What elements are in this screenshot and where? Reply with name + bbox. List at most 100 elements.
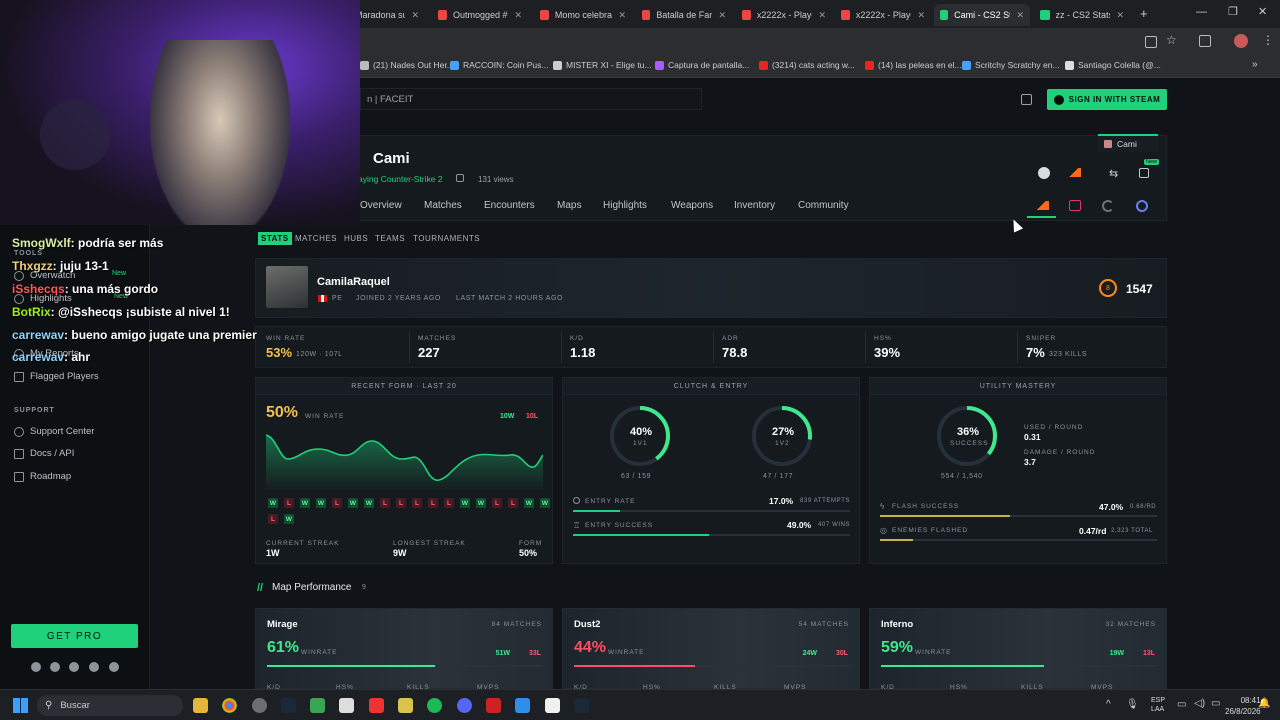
tab-community[interactable]: Community: [798, 200, 849, 211]
esea-icon[interactable]: [1069, 200, 1081, 211]
tab-weapons[interactable]: Weapons: [671, 200, 713, 211]
player-tag[interactable]: Cami: [1098, 134, 1158, 152]
tab-maps[interactable]: Maps: [557, 200, 581, 211]
premier-icon[interactable]: [1136, 200, 1148, 212]
bookmark-item[interactable]: (21) Nades Out Her...: [360, 60, 454, 70]
bookmark-favicon-icon: [865, 60, 874, 70]
discord-taskbar-icon[interactable]: [457, 698, 472, 713]
browser-tab[interactable]: Batalla de Fam... ✕: [636, 4, 732, 26]
close-tab-icon[interactable]: ✕: [917, 10, 925, 21]
x-icon[interactable]: [69, 662, 79, 672]
close-tab-icon[interactable]: ✕: [411, 10, 419, 21]
subtab-teams[interactable]: TEAMS: [372, 232, 408, 245]
browser-tab[interactable]: x2222x - Player ✕: [736, 4, 832, 26]
tray-chevron-icon[interactable]: ^: [1106, 699, 1111, 710]
app-icon-green[interactable]: [310, 698, 325, 713]
notification-icon[interactable]: 🔔: [1258, 698, 1270, 709]
tab-inventory[interactable]: Inventory: [734, 200, 775, 211]
menu-icon[interactable]: ⋮: [1262, 33, 1274, 47]
bookmark-item[interactable]: RACCOIN: Coin Pus...: [450, 60, 549, 70]
compare-icon[interactable]: [1139, 168, 1149, 178]
app-icon-capture[interactable]: [339, 698, 354, 713]
map-card-mirage[interactable]: Mirage 84 MATCHES 61% WINRATE 51W 33L K/D HS% KI…: [255, 608, 553, 691]
subtab-hubs[interactable]: HUBS: [341, 232, 371, 245]
new-tab-button[interactable]: +: [1140, 6, 1148, 21]
close-window-button[interactable]: ✕: [1258, 5, 1267, 18]
bookmark-item[interactable]: Scritchy Scratchy en...: [962, 60, 1060, 70]
notepad-icon[interactable]: [515, 698, 530, 713]
app-icon-red[interactable]: [369, 698, 384, 713]
get-pro-button[interactable]: GET PRO: [11, 624, 138, 648]
tab-overview[interactable]: Overview: [360, 200, 402, 211]
browser-tab[interactable]: Cami - CS2 Stats ✕: [934, 4, 1030, 26]
volume-icon[interactable]: ◁): [1194, 698, 1205, 709]
close-tab-icon[interactable]: ✕: [818, 10, 826, 21]
microphone-icon[interactable]: 🎙: [1126, 699, 1139, 710]
faceit-source-icon[interactable]: [1036, 201, 1049, 210]
obs-icon[interactable]: [252, 698, 267, 713]
tab-encounters[interactable]: Encounters: [484, 200, 535, 211]
subtab-stats[interactable]: STATS: [258, 232, 292, 245]
subtab-tournaments[interactable]: TOURNAMENTS: [410, 232, 483, 245]
sidebar-item-docs[interactable]: Docs / API: [14, 448, 74, 459]
minimize-button[interactable]: —: [1196, 6, 1207, 18]
app-icon-yellow[interactable]: [398, 698, 413, 713]
close-tab-icon[interactable]: ✕: [618, 10, 626, 21]
close-tab-icon[interactable]: ✕: [514, 10, 522, 21]
steam-taskbar-icon[interactable]: [281, 698, 296, 713]
close-tab-icon[interactable]: ✕: [1116, 10, 1124, 21]
steam-icon[interactable]: [50, 662, 60, 672]
extensions-icon[interactable]: [1199, 35, 1211, 47]
bookmark-item[interactable]: Santiago Colella (@...: [1065, 60, 1161, 70]
used-per-round-label: USED / ROUND: [1024, 424, 1084, 431]
maximize-button[interactable]: ❐: [1228, 5, 1238, 18]
map-card-dust2[interactable]: Dust2 54 MATCHES 44% WINRATE 24W 30L K/D HS% KIL…: [562, 608, 860, 691]
bookmark-item[interactable]: (3214) cats acting w...: [759, 60, 855, 70]
tab-matches[interactable]: Matches: [424, 200, 462, 211]
profile-avatar-icon[interactable]: [1234, 34, 1248, 48]
taskbar-search[interactable]: ⚲ Buscar: [37, 695, 183, 716]
network-icon[interactable]: ▭: [1177, 699, 1186, 710]
sidebar-item-support-center[interactable]: Support Center: [14, 426, 94, 437]
language-indicator[interactable]: ESP LAA: [1151, 696, 1165, 714]
steam-profile-icon[interactable]: [1038, 167, 1050, 179]
close-tab-icon[interactable]: ✕: [718, 10, 726, 21]
tab-highlights[interactable]: Highlights: [603, 200, 647, 211]
star-icon[interactable]: ☆: [1166, 33, 1177, 47]
search-input[interactable]: n | FACEIT: [360, 88, 702, 110]
bookmark-item[interactable]: Captura de pantalla...: [655, 60, 749, 70]
bookmark-item[interactable]: MISTER XI - Elige tu...: [553, 60, 652, 70]
browser-tab[interactable]: zz - CS2 Stats ✕: [1034, 4, 1130, 26]
reddit-icon[interactable]: [109, 662, 119, 672]
spotify-icon[interactable]: [427, 698, 442, 713]
close-tab-icon[interactable]: ✕: [1016, 10, 1024, 21]
file-explorer-icon[interactable]: [193, 698, 208, 713]
form-result: W: [524, 498, 534, 508]
map-card-inferno[interactable]: Inferno 32 MATCHES 59% WINRATE 19W 13L K/D HS% K…: [869, 608, 1167, 691]
more-bookmarks-icon[interactable]: »: [1252, 59, 1258, 70]
battery-icon[interactable]: ▭: [1211, 698, 1220, 709]
clock[interactable]: 08:41 26/8/2026: [1225, 695, 1261, 717]
active-source-indicator: [1027, 216, 1056, 218]
faceit-icon[interactable]: [1069, 168, 1081, 177]
chrome-icon[interactable]: [222, 698, 237, 713]
sidebar-item-flagged-players[interactable]: Flagged Players: [14, 371, 99, 382]
discord-icon[interactable]: [31, 662, 41, 672]
app-icon-white[interactable]: [545, 698, 560, 713]
browser-tab[interactable]: x2222x - Player ✕: [835, 4, 931, 26]
steam-app-icon[interactable]: [574, 698, 589, 713]
app-icon-news[interactable]: [486, 698, 501, 713]
browser-tab[interactable]: Outmogged #... ✕: [432, 4, 528, 26]
subtab-matches[interactable]: MATCHES: [292, 232, 340, 245]
youtube-icon[interactable]: [89, 662, 99, 672]
calendar-icon[interactable]: [1021, 94, 1032, 105]
translate-icon[interactable]: [1145, 36, 1157, 48]
windows-start-icon[interactable]: [13, 698, 28, 713]
browser-tab[interactable]: Momo celebra... ✕: [534, 4, 632, 26]
share-icon[interactable]: ⇆: [1109, 167, 1118, 180]
stat-label: K/D: [570, 335, 584, 342]
refresh-source-icon[interactable]: [1102, 200, 1114, 212]
sign-in-steam-button[interactable]: SIGN IN WITH STEAM: [1047, 89, 1167, 110]
sidebar-item-roadmap[interactable]: Roadmap: [14, 471, 71, 482]
bookmark-item[interactable]: (14) las peleas en el...: [865, 60, 962, 70]
